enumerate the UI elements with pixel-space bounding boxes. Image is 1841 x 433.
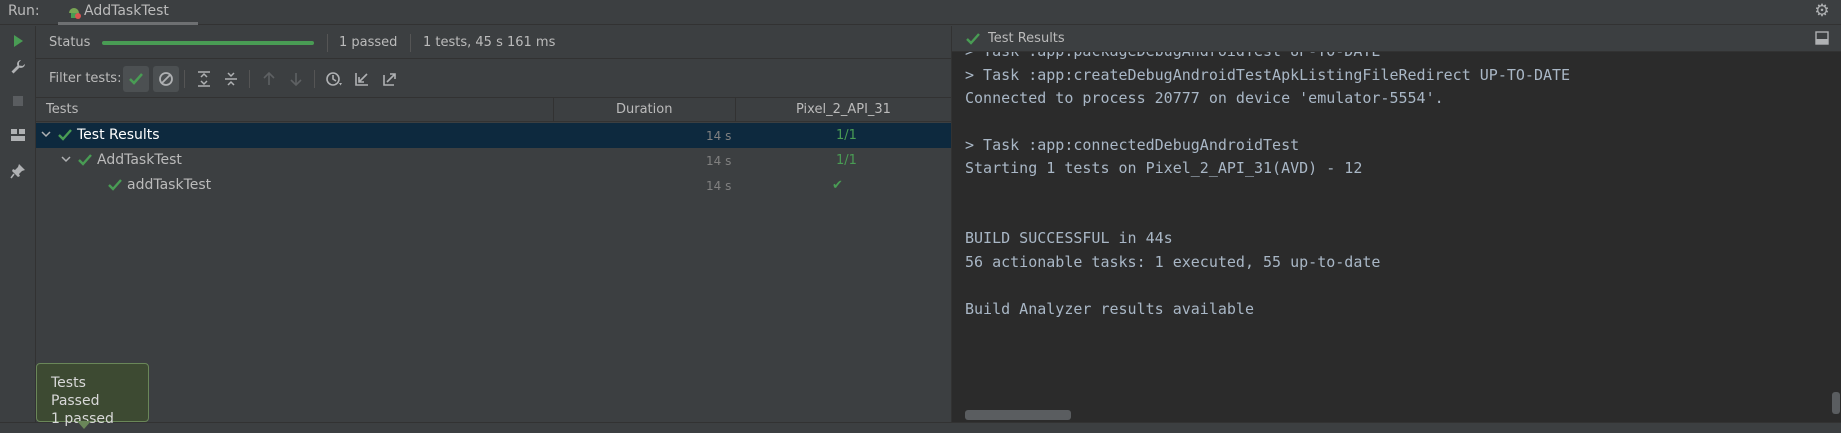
tree-row-addtasktest-method[interactable]: addTaskTest 14 s ✔	[36, 173, 951, 198]
tab-underline	[58, 22, 198, 25]
export-tests-icon[interactable]	[377, 66, 403, 92]
tool-strip	[0, 26, 36, 422]
bottom-toolbar	[0, 422, 1841, 433]
notification-title: Tests Passed	[51, 375, 100, 409]
console-output[interactable]: > Task :app:packageDebugAndroidTest UP-T…	[952, 52, 1841, 422]
console-panel: Test Results > Task :app:packageDebugAnd…	[952, 26, 1841, 422]
show-passed-icon[interactable]	[123, 66, 149, 92]
tab-addtasktest[interactable]: AddTaskTest	[58, 0, 198, 25]
console-line: BUILD SUCCESSFUL in 44s	[965, 229, 1173, 247]
console-line: Connected to process 20777 on device 'em…	[965, 89, 1444, 107]
tree-row-addtasktest[interactable]: AddTaskTest 14 s 1/1	[36, 148, 951, 173]
tree-row-duration: 14 s	[706, 129, 732, 143]
column-device[interactable]: Pixel_2_API_31	[796, 102, 891, 117]
column-divider[interactable]	[553, 98, 554, 122]
chevron-down-icon[interactable]	[60, 153, 72, 165]
run-label: Run:	[8, 3, 40, 19]
tree-row-label: AddTaskTest	[97, 152, 182, 168]
console-line: > Task :app:connectedDebugAndroidTest	[965, 136, 1300, 154]
check-icon	[966, 32, 980, 46]
test-runner-panel: Status 1 passed 1 tests, 45 s 161 ms Fil…	[36, 26, 951, 422]
tree-row-result: 1/1	[836, 153, 857, 168]
divider	[184, 70, 185, 88]
horizontal-scrollbar[interactable]	[965, 410, 1071, 420]
console-line: > Task :app:packageDebugAndroidTest UP-T…	[965, 52, 1380, 60]
tree-row-test-results[interactable]: Test Results 14 s 1/1	[36, 123, 951, 148]
console-line: 56 actionable tasks: 1 executed, 55 up-t…	[965, 253, 1381, 271]
scroll-thumb[interactable]	[1832, 392, 1840, 414]
check-icon	[78, 153, 92, 167]
run-icon[interactable]	[7, 30, 29, 52]
test-summary: 1 tests, 45 s 161 ms	[423, 35, 556, 50]
run-toolbar: Run: AddTaskTest ⚙	[0, 0, 1841, 25]
console-line: > Task :app:createDebugAndroidTestApkLis…	[965, 66, 1571, 84]
notification-subtitle: 1 passed	[51, 411, 114, 427]
console-line: Starting 1 tests on Pixel_2_API_31(AVD) …	[965, 159, 1363, 177]
tree-header: Tests Duration Pixel_2_API_31	[36, 98, 951, 122]
divider	[410, 34, 411, 52]
console-header: Test Results	[952, 26, 1841, 52]
wrench-icon[interactable]	[7, 56, 29, 78]
tests-passed-notification[interactable]: Tests Passed 1 passed	[36, 363, 149, 429]
check-icon	[58, 128, 72, 142]
divider	[314, 70, 315, 88]
passed-count: 1 passed	[339, 35, 398, 50]
pin-icon[interactable]	[7, 160, 29, 182]
expand-all-icon[interactable]	[191, 66, 217, 92]
collapse-all-icon[interactable]	[218, 66, 244, 92]
check-icon	[108, 178, 122, 192]
console-line: Build Analyzer results available	[965, 300, 1254, 318]
filter-toolbar: Filter tests:	[36, 60, 951, 98]
history-icon[interactable]	[321, 66, 347, 92]
column-divider[interactable]	[735, 98, 736, 122]
filter-label: Filter tests:	[49, 71, 122, 86]
notification-pointer	[77, 421, 91, 429]
divider	[249, 70, 250, 88]
chevron-down-icon[interactable]	[40, 128, 52, 140]
divider	[327, 34, 328, 52]
tab-label: AddTaskTest	[84, 3, 169, 19]
show-ignored-icon[interactable]	[153, 66, 179, 92]
tree-row-duration: 14 s	[706, 154, 732, 168]
layout-icon[interactable]	[7, 124, 29, 146]
status-row: Status 1 passed 1 tests, 45 s 161 ms	[36, 26, 951, 59]
column-duration[interactable]: Duration	[616, 102, 672, 117]
android-test-icon	[66, 4, 82, 20]
console-title: Test Results	[988, 31, 1065, 46]
minimize-icon[interactable]	[1815, 31, 1829, 45]
progress-bar	[102, 41, 314, 45]
status-label: Status	[49, 35, 91, 50]
import-tests-icon[interactable]	[349, 66, 375, 92]
tree-row-label: Test Results	[77, 127, 160, 143]
previous-failed-icon[interactable]	[256, 66, 282, 92]
gear-icon[interactable]: ⚙	[1813, 2, 1831, 20]
column-tests[interactable]: Tests	[46, 102, 78, 117]
next-failed-icon[interactable]	[283, 66, 309, 92]
tree-row-label: addTaskTest	[127, 177, 212, 193]
stop-icon[interactable]	[7, 90, 29, 112]
tree-row-duration: 14 s	[706, 179, 732, 193]
vertical-scrollbar[interactable]	[1829, 52, 1841, 422]
tree-row-result: 1/1	[836, 128, 857, 143]
tree-row-result: ✔	[832, 178, 843, 193]
